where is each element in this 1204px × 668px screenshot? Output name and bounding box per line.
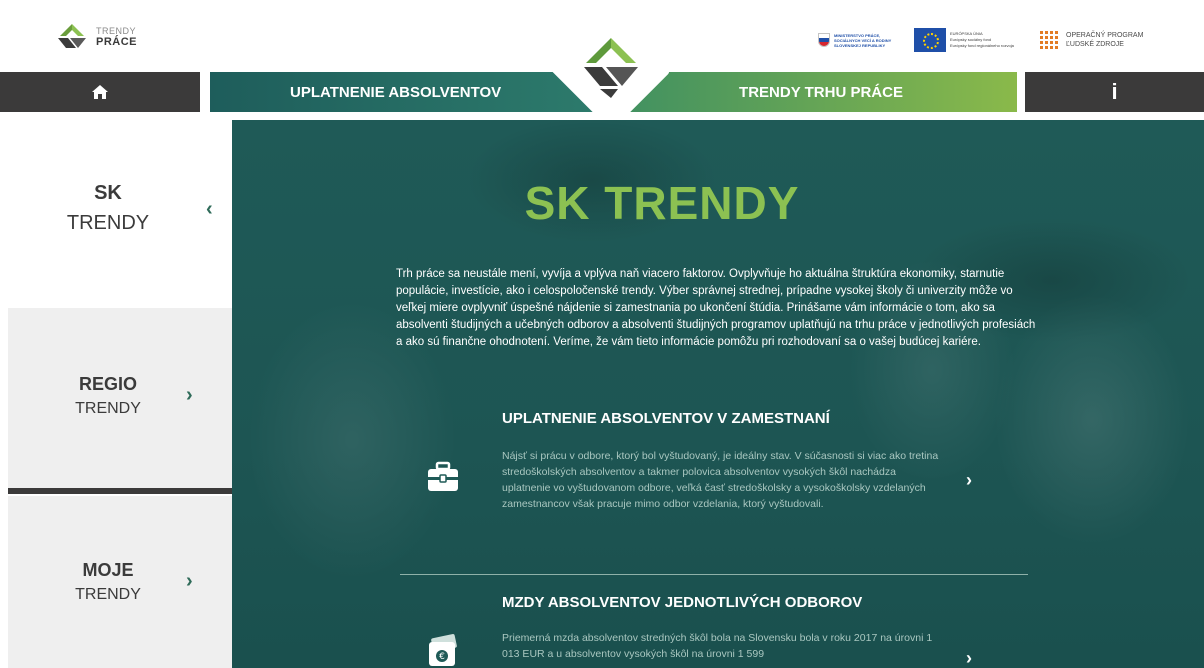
sidebar-item-moje-trendy[interactable]: MOJE TRENDY › [8, 496, 232, 668]
sidebar-item-label: SK [94, 182, 122, 204]
svg-text:€: € [439, 652, 445, 662]
chevron-right-icon[interactable]: › [966, 648, 972, 668]
money-icon: € [429, 634, 457, 666]
sidebar-item-label: REGIO [78, 374, 137, 394]
sidebar: SK TRENDY ‹ REGIO TRENDY › MOJE TRENDY › [0, 112, 232, 668]
tab-uplatnenie-absolventov[interactable]: UPLATNENIE ABSOLVENTOV [210, 72, 605, 112]
chevron-right-icon[interactable]: › [966, 470, 972, 491]
tab-trendy-label: TRENDY TRHU PRÁCE [739, 83, 903, 101]
section-title-mzdy[interactable]: MZDY ABSOLVENTOV JEDNOTLIVÝCH ODBOROV [502, 594, 862, 611]
eu-logo[interactable]: EURÓPSKA ÚNIA Európsky sociálny fond Eur… [914, 28, 1034, 52]
logo-line2: PRÁCE [96, 36, 138, 48]
section-text-uplatnenie: Nájsť si prácu v odbore, ktorý bol vyštu… [502, 450, 939, 510]
op-line1: OPERAČNÝ PROGRAM [1066, 32, 1144, 39]
intro-text: Trh práce sa neustále mení, vyvíja a vpl… [396, 268, 1036, 348]
sidebar-item-sublabel: TRENDY [75, 586, 141, 603]
tab-uplatnenie-label: UPLATNENIE ABSOLVENTOV [290, 83, 502, 101]
ministry-text: MINISTERSTVO PRÁCE, SOCIÁLNYCH VECÍ A RO… [834, 32, 892, 48]
sidebar-item-sublabel: TRENDY [75, 400, 141, 417]
home-button[interactable] [0, 72, 200, 112]
info-icon: i [1111, 79, 1118, 104]
chevron-right-icon: › [186, 384, 193, 406]
section-title-uplatnenie[interactable]: UPLATNENIE ABSOLVENTOV V ZAMESTNANÍ [502, 410, 830, 427]
eu-flag-icon [914, 28, 946, 52]
section-text-mzdy: Priemerná mzda absolventov stredných škô… [502, 632, 933, 660]
briefcase-icon [428, 461, 458, 491]
site-logo[interactable]: TRENDY PRÁCE [54, 22, 137, 52]
home-icon [92, 85, 108, 99]
center-logo-icon[interactable] [576, 34, 646, 104]
op-logo[interactable]: OPERAČNÝ PROGRAM ĽUDSKÉ ZDROJE [1040, 31, 1143, 49]
section-divider [400, 574, 1028, 575]
crest-icon [818, 33, 830, 47]
ministry-logo[interactable]: MINISTERSTVO PRÁCE, SOCIÁLNYCH VECÍ A RO… [818, 33, 914, 48]
sidebar-item-sublabel: TRENDY [66, 212, 150, 234]
chevron-right-icon: › [186, 570, 193, 592]
info-button[interactable]: i [1025, 72, 1204, 112]
main-content: SK TRENDY Trh práce sa neustále mení, vy… [232, 120, 1204, 668]
partner-logos: MINISTERSTVO PRÁCE, SOCIÁLNYCH VECÍ A RO… [818, 28, 1143, 52]
tab-trendy-trhu-prace[interactable]: TRENDY TRHU PRÁCE [605, 72, 1017, 112]
op-dots-icon [1040, 31, 1058, 49]
eu-sub2: Európsky fond regionálneho rozvoja [950, 43, 1014, 48]
chevron-left-icon: ‹ [206, 198, 213, 220]
logo-icon [58, 24, 86, 48]
sidebar-divider [8, 488, 232, 494]
op-line2: ĽUDSKÉ ZDROJE [1066, 41, 1124, 48]
sidebar-item-sk-trendy[interactable]: SK TRENDY ‹ [8, 120, 232, 298]
sidebar-item-label: MOJE [82, 560, 134, 580]
sidebar-item-regio-trendy[interactable]: REGIO TRENDY › [8, 308, 232, 488]
page-title: SK TRENDY [524, 177, 800, 229]
